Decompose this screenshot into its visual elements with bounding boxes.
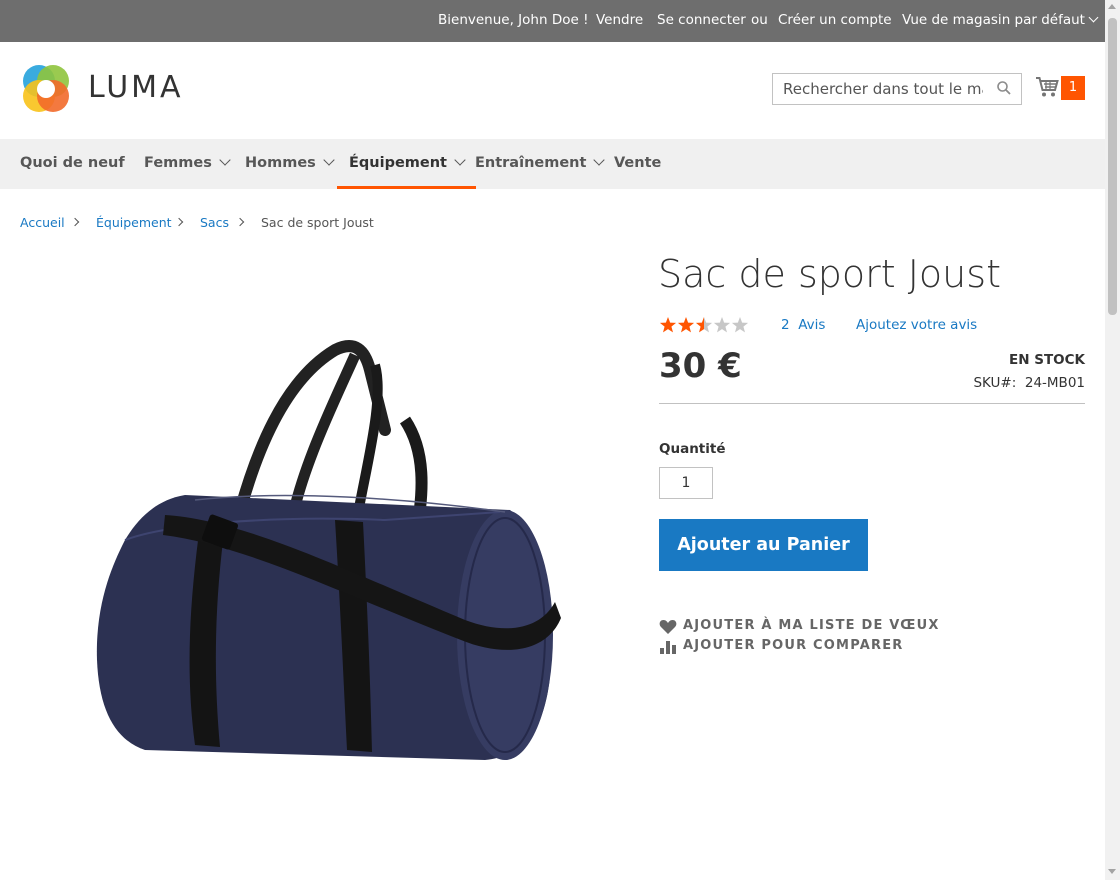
stock-status: En stock (1009, 352, 1085, 368)
chevron-down-icon (1088, 12, 1099, 23)
product-title: Sac de sport Joust (658, 252, 1001, 296)
store-view-label: Vue de magasin par défaut (902, 12, 1085, 28)
nav-item-training[interactable]: Entraînement (475, 139, 606, 189)
cart-count-badge[interactable]: 1 (1061, 76, 1085, 100)
cart-icon[interactable] (1035, 76, 1059, 98)
sell-link[interactable]: Vendre (596, 12, 643, 28)
nav-item-whats-new[interactable]: Quoi de neuf (20, 139, 125, 189)
logo-text[interactable]: LUMA (88, 70, 184, 105)
chevron-down-icon (219, 154, 231, 166)
nav-item-men[interactable]: Hommes (245, 139, 335, 189)
nav-item-sale[interactable]: Vente (614, 139, 661, 189)
product-price: 30 € (659, 346, 742, 386)
store-view-switcher[interactable]: Vue de magasin par défaut (902, 12, 1099, 28)
scroll-up-arrow-icon[interactable] (1108, 4, 1116, 9)
top-bar: Bienvenue, John Doe ! Vendre Se connecte… (0, 0, 1105, 42)
heart-icon (659, 620, 677, 634)
or-text: ou (751, 12, 768, 28)
chevron-right-icon (174, 217, 184, 227)
create-account-link[interactable]: Créer un compte (778, 12, 892, 28)
chevron-down-icon (593, 154, 606, 166)
login-link[interactable]: Se connecter (657, 12, 746, 28)
nav-item-label: Hommes (245, 155, 316, 171)
reviews-link[interactable]: 2 Avis (781, 317, 825, 333)
sku-label: SKU#: (973, 375, 1017, 391)
nav-item-gear[interactable]: Équipement (337, 139, 476, 189)
bar-chart-icon (660, 641, 676, 654)
search-icon[interactable] (997, 81, 1011, 95)
product-sku: SKU#: 24-MB01 (973, 375, 1085, 391)
nav-item-label: Équipement (349, 155, 447, 171)
welcome-message: Bienvenue, John Doe ! (438, 12, 589, 28)
chevron-right-icon (235, 217, 245, 227)
search-box (772, 73, 1022, 105)
breadcrumb-bags[interactable]: Sacs (200, 215, 229, 230)
chevron-right-icon (70, 217, 80, 227)
scrollbar-thumb[interactable] (1108, 18, 1117, 315)
search-input[interactable] (773, 74, 983, 104)
main-navigation: Quoi de neuf Femmes Hommes Équipement En… (0, 139, 1105, 189)
scroll-down-arrow-icon[interactable] (1108, 869, 1116, 874)
nav-item-label: Vente (614, 155, 662, 171)
reviews-label: Avis (798, 317, 826, 333)
sku-value: 24-MB01 (1024, 375, 1085, 391)
breadcrumb-gear[interactable]: Équipement (96, 215, 172, 230)
compare-label: AJOUTER POUR COMPARER (683, 638, 904, 653)
add-to-cart-button[interactable]: Ajouter au Panier (659, 519, 868, 571)
chevron-down-icon (454, 154, 466, 166)
breadcrumb-current: Sac de sport Joust (261, 215, 374, 230)
star-icon (695, 317, 713, 333)
nav-item-label: Entraînement (475, 155, 587, 171)
reviews-count: 2 (781, 317, 790, 333)
star-icon (713, 317, 731, 333)
quantity-input[interactable] (659, 467, 713, 499)
quantity-label: Quantité (659, 441, 726, 457)
star-icon (677, 317, 695, 333)
divider (659, 403, 1085, 404)
star-icon (731, 317, 749, 333)
add-review-link[interactable]: Ajoutez votre avis (856, 317, 977, 333)
nav-item-women[interactable]: Femmes (144, 139, 231, 189)
nav-item-label: Quoi de neuf (20, 155, 125, 171)
nav-item-label: Femmes (144, 155, 212, 171)
breadcrumb-home[interactable]: Accueil (20, 215, 65, 230)
chevron-down-icon (323, 154, 335, 166)
luma-logo-icon[interactable] (20, 63, 72, 115)
product-image[interactable] (85, 340, 565, 770)
rating-stars (659, 317, 749, 333)
star-icon (659, 317, 677, 333)
wishlist-label: AJOUTER À MA LISTE DE VŒUX (683, 618, 940, 633)
